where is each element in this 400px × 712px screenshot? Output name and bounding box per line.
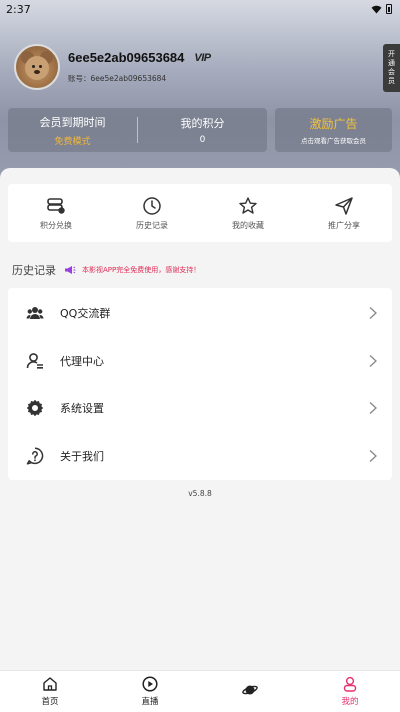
menu-label: 系统设置 <box>60 402 104 416</box>
app-version: v5.8.8 <box>188 489 212 498</box>
membership-stats: 会员到期时间 免费模式 我的积分 0 <box>8 108 267 152</box>
ad-subtitle: 点击观看广告获取会员 <box>301 137 366 145</box>
open-member-char: 开 <box>388 50 395 58</box>
my-points[interactable]: 我的积分 0 <box>138 115 267 145</box>
wifi-icon <box>371 5 382 14</box>
settings-menu: QQ交流群 代理中心 系统设置 关于我们 <box>8 288 392 480</box>
agent-user-icon <box>26 352 43 369</box>
quick-action-label: 我的收藏 <box>232 220 264 230</box>
account-id: 账号：6ee5e2ab09653684 <box>68 74 167 83</box>
bottom-tab-bar: 首页 直播 我的 <box>0 670 400 712</box>
quick-action-label: 历史记录 <box>136 220 168 230</box>
gear-icon <box>26 400 44 417</box>
megaphone-icon <box>65 266 76 274</box>
paper-plane-icon <box>335 196 353 215</box>
points-value: 0 <box>199 135 206 145</box>
points-title: 我的积分 <box>180 117 225 130</box>
chevron-right-icon <box>369 354 377 367</box>
menu-label: QQ交流群 <box>60 307 111 321</box>
history-header: 历史记录 本影视APP完全免费使用，感谢支持！ <box>12 262 200 278</box>
menu-item-agent-center[interactable]: 代理中心 <box>8 339 392 384</box>
coin-stack-icon <box>47 197 65 214</box>
tab-mine[interactable]: 我的 <box>300 671 400 712</box>
home-icon <box>43 677 57 691</box>
tab-discover[interactable] <box>200 671 300 712</box>
profile-header[interactable]: 6ee5e2ab09653684 VIP 账号：6ee5e2ab09653684 <box>14 44 211 90</box>
tab-label: 我的 <box>341 697 359 707</box>
tab-label: 直播 <box>141 697 159 707</box>
open-member-char: 员 <box>388 77 395 85</box>
menu-item-qq-group[interactable]: QQ交流群 <box>8 291 392 336</box>
question-icon <box>26 447 44 465</box>
user-icon <box>343 676 357 692</box>
content-sheet: 积分兑换 历史记录 我的收藏 推广分享 历史记录 本影视APP完全免费使用，感谢… <box>0 168 400 670</box>
quick-action-points-exchange[interactable]: 积分兑换 <box>8 184 104 242</box>
notice-text: 本影视APP完全免费使用，感谢支持！ <box>82 266 201 274</box>
play-circle-icon <box>142 676 158 692</box>
star-icon <box>239 196 257 214</box>
chevron-right-icon <box>369 307 377 320</box>
tab-label: 首页 <box>41 697 59 707</box>
menu-label: 关于我们 <box>60 449 104 463</box>
membership-expiry[interactable]: 会员到期时间 免费模式 <box>8 114 137 147</box>
quick-action-favorites[interactable]: 我的收藏 <box>200 184 296 242</box>
status-time: 2:37 <box>6 2 31 16</box>
chevron-right-icon <box>369 402 377 415</box>
open-member-char: 会 <box>388 68 395 76</box>
status-icons <box>371 4 392 14</box>
expiry-value: 免费模式 <box>54 136 91 147</box>
ad-title: 激励广告 <box>309 117 358 131</box>
menu-item-about-us[interactable]: 关于我们 <box>8 434 392 479</box>
quick-action-label: 推广分享 <box>328 220 360 230</box>
vip-badge: VIP <box>194 51 211 64</box>
username: 6ee5e2ab09653684 <box>68 50 185 65</box>
history-title[interactable]: 历史记录 <box>12 262 56 278</box>
battery-icon <box>386 4 392 14</box>
reward-ad-button[interactable]: 激励广告 点击观看广告获取会员 <box>275 108 392 152</box>
quick-action-label: 积分兑换 <box>40 220 72 230</box>
avatar[interactable] <box>14 44 60 90</box>
tab-live[interactable]: 直播 <box>100 671 200 712</box>
group-icon <box>26 307 44 320</box>
menu-item-system-settings[interactable]: 系统设置 <box>8 386 392 431</box>
open-member-char: 通 <box>388 59 395 67</box>
tab-home[interactable]: 首页 <box>0 671 100 712</box>
menu-label: 代理中心 <box>60 354 104 368</box>
planet-icon <box>242 685 258 695</box>
quick-actions: 积分兑换 历史记录 我的收藏 推广分享 <box>8 184 392 242</box>
expiry-title: 会员到期时间 <box>39 115 106 129</box>
chevron-right-icon <box>369 449 377 462</box>
quick-action-history[interactable]: 历史记录 <box>104 184 200 242</box>
quick-action-share[interactable]: 推广分享 <box>296 184 392 242</box>
status-bar: 2:37 <box>0 0 400 18</box>
clock-icon <box>143 196 161 215</box>
open-member-button[interactable]: 开 通 会 员 <box>383 44 400 92</box>
